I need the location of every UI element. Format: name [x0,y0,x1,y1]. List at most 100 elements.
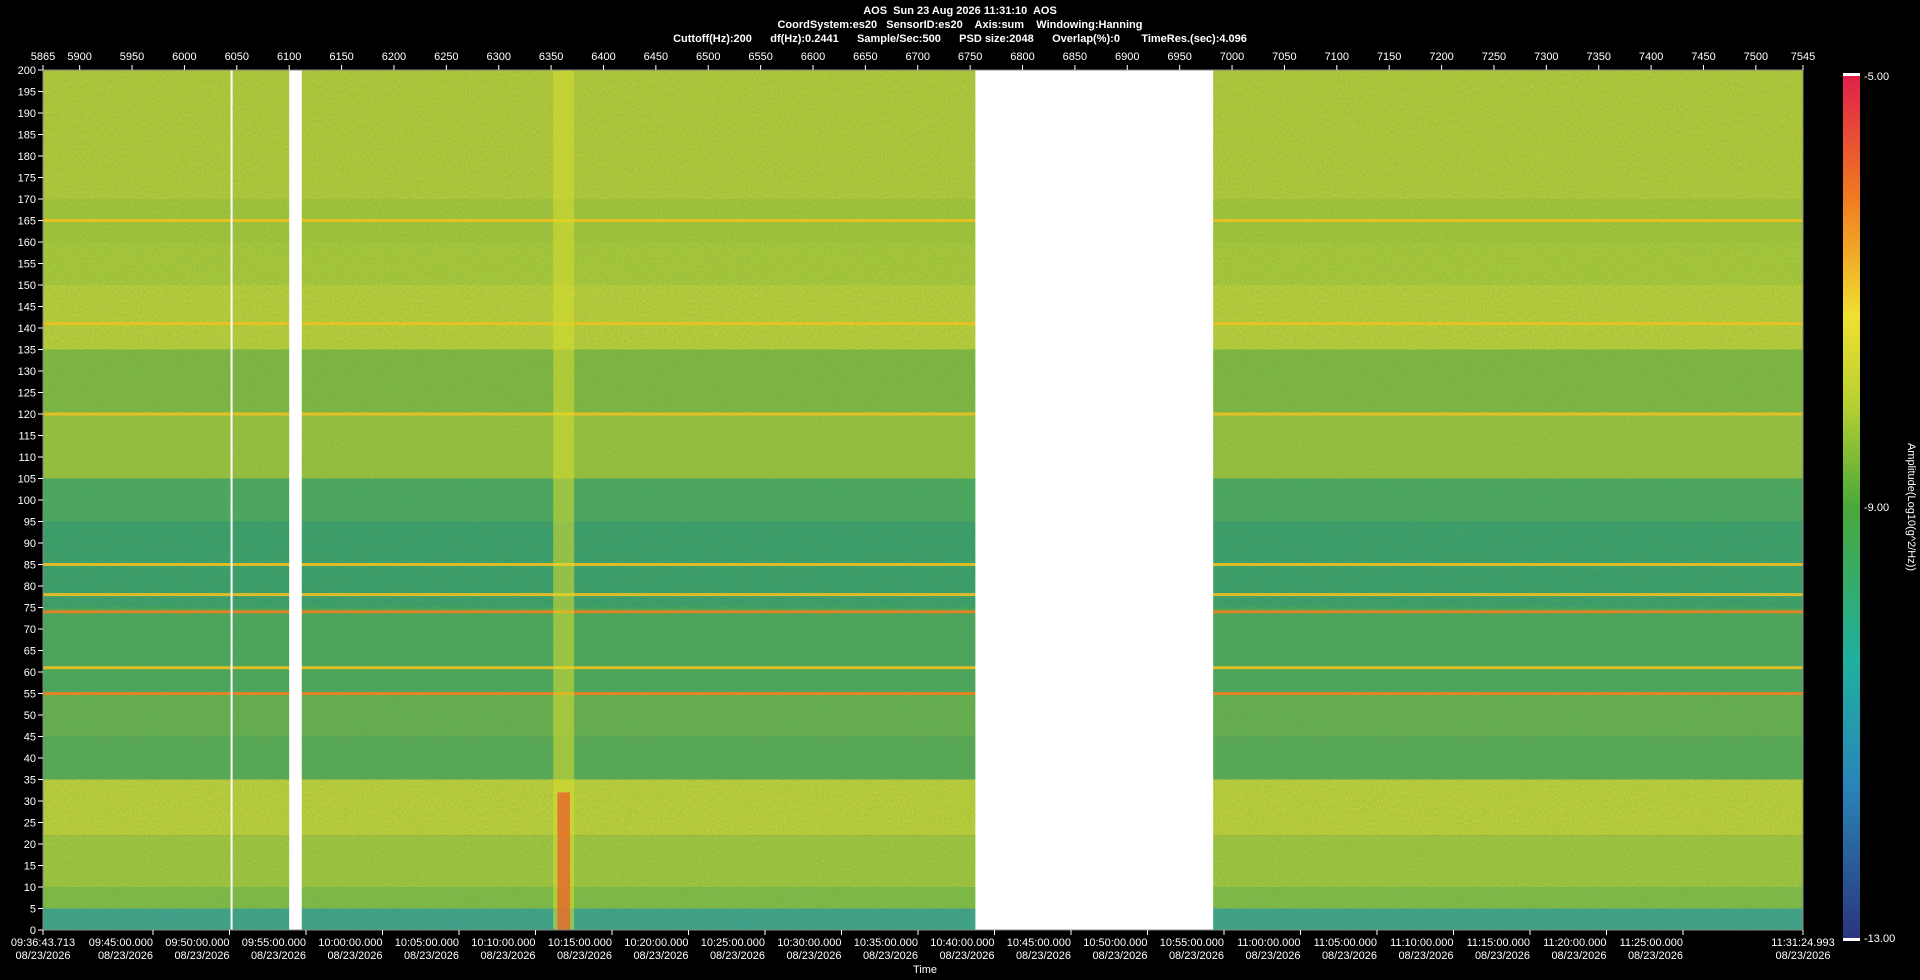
date-axis-label: 08/23/2026 [1775,950,1830,962]
top-axis-label: 6500 [696,51,720,63]
top-axis-label: 6550 [748,51,772,63]
time-axis-label: 11:20:00.000 [1543,937,1606,949]
time-axis-label: 11:31:24.993 [1771,937,1834,949]
y-axis-label: 60 [24,667,36,679]
narrowband-line [43,593,1803,597]
top-axis-label: 6950 [1167,51,1191,63]
narrowband-line [43,692,1803,695]
date-axis-label: 08/23/2026 [1016,950,1071,962]
time-axis-label: 10:50:00.000 [1083,937,1147,949]
y-axis-label: 200 [18,65,36,77]
time-axis-label: 10:20:00.000 [624,937,688,949]
narrowband-line [43,219,1803,222]
colorbar-tick-label: -5.00 [1864,71,1889,83]
time-axis-label: 10:35:00.000 [854,937,918,949]
top-axis-label: 6350 [539,51,563,63]
data-gap [975,70,1214,930]
spectrogram-plot-area [43,70,1803,930]
y-axis-label: 5 [30,904,36,916]
y-axis-label: 130 [18,366,36,378]
top-axis-label: 7350 [1586,51,1610,63]
top-axis-label: 7300 [1534,51,1558,63]
top-axis-label: 7050 [1272,51,1296,63]
top-axis-label: 6800 [1010,51,1034,63]
y-axis-label: 110 [18,452,36,464]
broadband-event-low [557,792,570,930]
top-axis-label: 7450 [1691,51,1715,63]
colorbar-tick-label: -9.00 [1864,502,1889,514]
top-axis-label: 5950 [120,51,144,63]
y-axis-label: 0 [30,925,36,937]
y-axis-label: 20 [24,839,36,851]
y-axis-label: 45 [24,732,36,744]
date-axis-label: 08/23/2026 [1628,950,1683,962]
top-axis-label: 7400 [1639,51,1663,63]
top-axis-label: 6750 [958,51,982,63]
y-axis-label: 140 [18,323,36,335]
time-axis-label: 11:25:00.000 [1620,937,1683,949]
time-axis-label: 10:10:00.000 [471,937,535,949]
y-axis-label: 10 [24,882,36,894]
y-axis-label: 15 [24,861,36,873]
time-axis-label: 09:45:00.000 [89,937,153,949]
top-axis-label: 6650 [853,51,877,63]
y-axis-label: 50 [24,710,36,722]
top-axis-label: 7500 [1744,51,1768,63]
narrowband-line [43,412,1803,416]
colorbar-tick-label: -13.00 [1864,933,1895,945]
top-axis-label: 6400 [591,51,615,63]
top-axis-label: 6050 [225,51,249,63]
date-axis-label: 08/23/2026 [1169,950,1224,962]
top-axis-label: 6900 [1115,51,1139,63]
y-axis-label: 120 [18,409,36,421]
date-axis-label: 08/23/2026 [1475,950,1530,962]
top-axis-label: 6250 [434,51,458,63]
date-axis-label: 08/23/2026 [633,950,688,962]
y-axis-label: 165 [18,216,36,228]
time-axis-label: 11:00:00.000 [1237,937,1300,949]
y-axis-label: 155 [18,259,36,271]
top-axis-label: 7100 [1325,51,1349,63]
time-axis-label: 10:00:00.000 [318,937,382,949]
date-axis-label: 08/23/2026 [1245,950,1300,962]
time-axis-label: 11:05:00.000 [1314,937,1377,949]
time-axis-label: 09:55:00.000 [242,937,306,949]
y-axis-label: 25 [24,818,36,830]
y-axis-label: 195 [18,87,36,99]
spectrogram-chart: 5865 5900 5950 6000 6050 6100 6150 6200 6250 6300… [11,51,1917,976]
spectrogram-texture [43,70,1803,930]
y-axis-label: 135 [18,345,36,357]
time-axis-label: 10:40:00.000 [930,937,994,949]
date-axis-label: 08/23/2026 [98,950,153,962]
time-axis-label: 11:15:00.000 [1467,937,1530,949]
top-axis-label: 6000 [172,51,196,63]
date-axis-label: 08/23/2026 [863,950,918,962]
top-axis-label: 6700 [906,51,930,63]
date-axis-label: 08/23/2026 [404,950,459,962]
top-axis-label: 6600 [801,51,825,63]
date-axis-label: 08/23/2026 [174,950,229,962]
time-axis-label: 10:05:00.000 [395,937,459,949]
y-axis-label: 85 [24,560,36,572]
y-axis-label: 40 [24,753,36,765]
date-axis-label: 08/23/2026 [557,950,612,962]
narrowband-line [43,563,1803,566]
narrowband-line [43,322,1803,326]
y-axis-label: 185 [18,130,36,142]
time-axis-label: 10:45:00.000 [1007,937,1071,949]
top-axis-label: 6850 [1063,51,1087,63]
y-axis-label: 150 [18,280,36,292]
date-axis-label: 08/23/2026 [1398,950,1453,962]
y-axis-label: 170 [18,194,36,206]
y-axis-label: 100 [18,495,36,507]
y-axis-label: 105 [18,474,36,486]
top-axis-label: 7000 [1220,51,1244,63]
y-axis-label: 145 [18,302,36,314]
date-axis-label: 08/23/2026 [15,950,70,962]
date-axis-label: 08/23/2026 [1092,950,1147,962]
top-axis-label: 6450 [644,51,668,63]
date-axis-label: 08/23/2026 [251,950,306,962]
top-axis-label: 7545 [1791,51,1815,63]
y-axis-label: 90 [24,538,36,550]
y-axis-label: 95 [24,517,36,529]
